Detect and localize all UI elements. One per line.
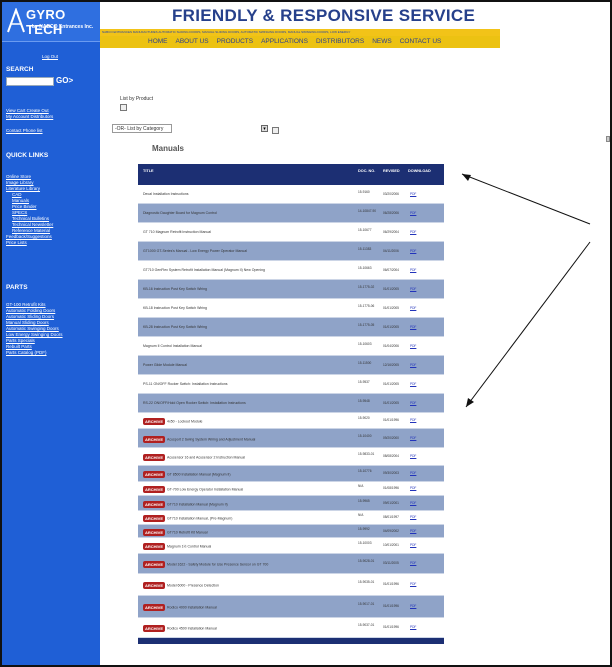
arrowhead-icon xyxy=(462,174,471,181)
arrowhead-icon xyxy=(466,398,474,407)
annotation-arrow xyxy=(465,241,591,408)
annotation-arrow xyxy=(461,173,591,225)
screenshot-frame: GYRO TECH by NABCO Entrances Inc. Log Ou… xyxy=(0,0,612,667)
annotation-arrows xyxy=(461,173,591,408)
